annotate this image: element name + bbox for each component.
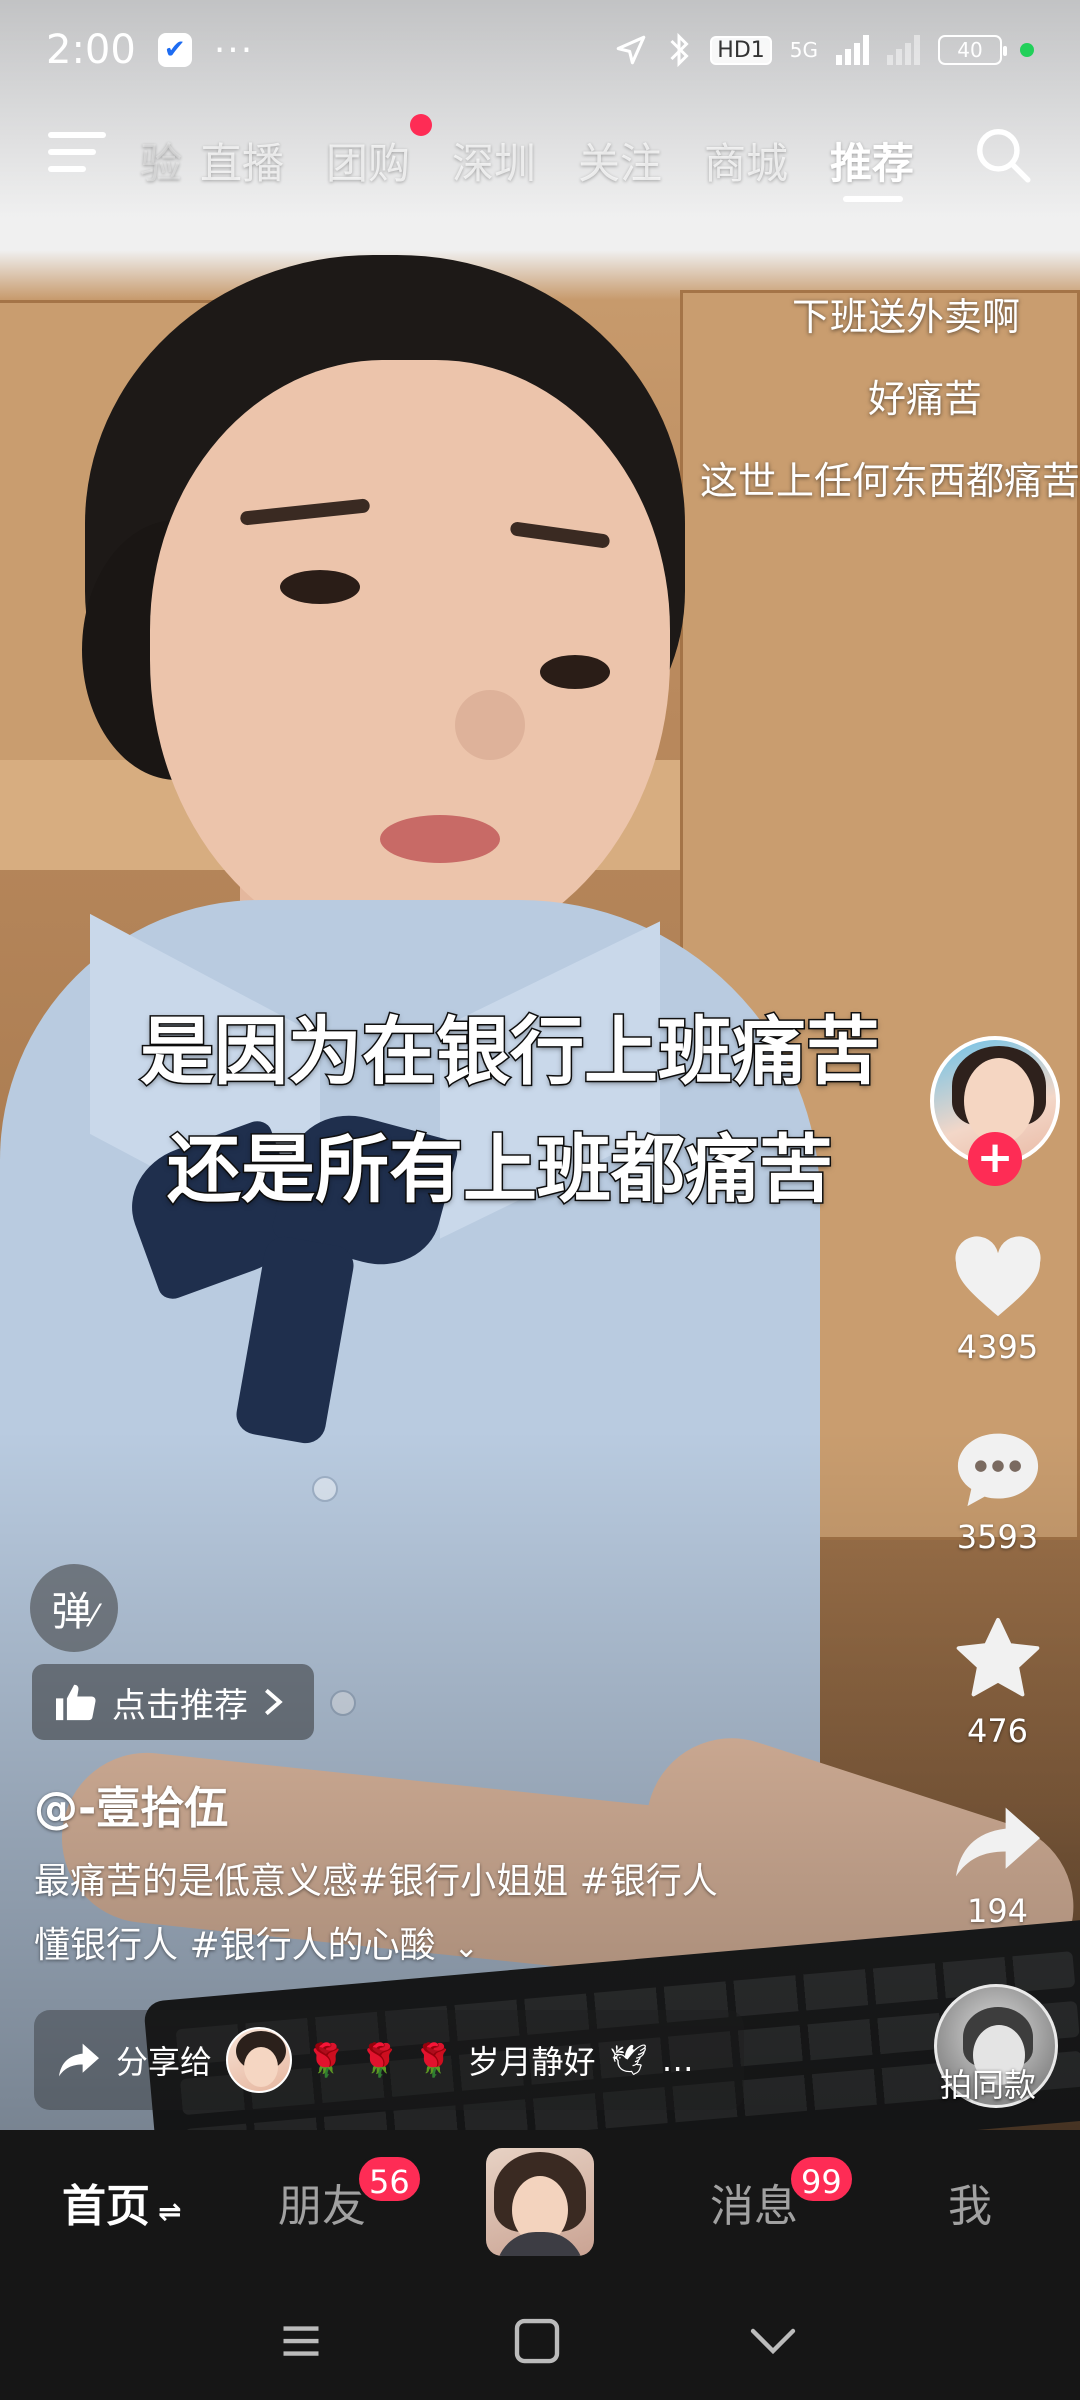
- rose-emoji: 🌹: [359, 2041, 400, 2079]
- share-arrow-icon: [59, 2043, 99, 2077]
- signal-icon: [836, 35, 869, 65]
- star-icon: [956, 1617, 1039, 1697]
- tab-home[interactable]: 首页 ⇌: [62, 2170, 181, 2234]
- search-icon[interactable]: [972, 124, 1034, 186]
- tab-recommended[interactable]: 推荐: [830, 130, 914, 191]
- comment-button[interactable]: 3593: [925, 1426, 1070, 1556]
- hd-badge: HD1: [710, 35, 772, 65]
- back-chevron-icon[interactable]: [748, 2316, 798, 2366]
- active-tab-indicator: [843, 196, 903, 202]
- friends-badge: 56: [356, 2154, 423, 2204]
- share-button[interactable]: 194: [925, 1800, 1070, 1930]
- video-caption-line-1: 是因为在银行上班痛苦: [139, 1008, 882, 1097]
- location-icon: [616, 35, 646, 65]
- switch-icon: ⇌: [158, 2195, 182, 2228]
- tab-mall[interactable]: 商城: [704, 130, 788, 191]
- status-time: 2:00: [46, 27, 136, 73]
- friend-name-ellipsis: …: [661, 2041, 694, 2079]
- video-caption-line-2: 还是所有上班都痛苦: [166, 1126, 835, 1215]
- like-button[interactable]: 4395: [925, 1236, 1070, 1366]
- nose: [455, 690, 525, 760]
- system-nav-bar: [0, 2280, 1080, 2400]
- share-to-label: 分享给: [116, 2043, 213, 2081]
- lips: [380, 815, 500, 863]
- share-count: 194: [966, 1892, 1029, 1930]
- home-square-icon[interactable]: [512, 2316, 562, 2366]
- status-bar: 2:00 ✔ ··· HD1 5G 40: [0, 0, 1080, 100]
- friend-name: 岁月静好: [467, 2043, 596, 2081]
- status-more-dots: ···: [213, 29, 255, 71]
- messages-badge: 99: [788, 2154, 855, 2204]
- expand-chevron-icon[interactable]: ⌄: [454, 1930, 479, 1965]
- follow-button[interactable]: +: [968, 1132, 1022, 1186]
- heart-icon: [954, 1236, 1041, 1317]
- privacy-indicator-dot: [1020, 43, 1034, 57]
- tab-live[interactable]: 直播: [200, 130, 284, 191]
- eye: [280, 570, 360, 604]
- comment-count: 3593: [956, 1518, 1039, 1556]
- like-count: 4395: [956, 1328, 1039, 1366]
- danmu-toggle-button[interactable]: 弹 ⁄: [30, 1564, 118, 1652]
- thumbs-up-icon: [56, 1684, 96, 1721]
- tab-group-buy[interactable]: 团购: [326, 130, 410, 191]
- lyric-line: 这世上任何东西都痛苦: [699, 459, 1080, 503]
- tab-friends[interactable]: 朋友: [278, 2170, 366, 2234]
- tab-following[interactable]: 关注: [578, 130, 662, 191]
- video-description-line-2[interactable]: 懂银行人 #银行人的心酸 ⌄: [34, 1916, 479, 1968]
- danmu-label: 弹: [51, 1589, 92, 1635]
- author-name[interactable]: @-壹拾伍: [34, 1772, 228, 1836]
- recent-apps-icon[interactable]: [276, 2316, 326, 2366]
- top-nav: 验 直播 团购 深圳 关注 商城 推荐: [0, 110, 1080, 210]
- recommend-label: 点击推荐: [112, 1685, 248, 1726]
- chevron-right-icon: [265, 1688, 283, 1716]
- share-to-friend-bar[interactable]: 分享给 🌹 🌹 🌹 岁月静好 🕊 …: [34, 2010, 744, 2110]
- dove-emoji: 🕊: [609, 2042, 648, 2078]
- eye: [540, 655, 610, 689]
- battery-level: 40: [957, 38, 983, 62]
- battery-icon: 40: [938, 35, 1007, 65]
- tab-local-city[interactable]: 深圳: [452, 130, 536, 191]
- rose-emoji: 🌹: [306, 2041, 346, 2079]
- tab-me[interactable]: 我: [948, 2170, 992, 2234]
- favorite-count: 476: [966, 1712, 1029, 1750]
- tab-partial-hidden[interactable]: 验: [140, 130, 182, 191]
- rose-emoji: 🌹: [413, 2041, 454, 2079]
- lyric-line: 下班送外卖啊: [791, 295, 1020, 339]
- same-style-label: 拍同款: [940, 2066, 1037, 2104]
- menu-icon[interactable]: [48, 132, 106, 182]
- lyric-line: 好痛苦: [867, 377, 982, 421]
- signal-icon-sim2: [887, 35, 920, 65]
- recommend-button[interactable]: 点击推荐: [32, 1664, 314, 1740]
- tab-messages[interactable]: 消息: [710, 2170, 798, 2234]
- network-type: 5G: [789, 38, 818, 62]
- center-create-thumbnail[interactable]: [486, 2148, 594, 2256]
- notification-app-icon: ✔: [157, 33, 192, 67]
- comment-icon: [957, 1433, 1038, 1507]
- bluetooth-icon: [670, 32, 689, 68]
- notification-dot: [410, 114, 432, 136]
- share-arrow-icon: [955, 1807, 1040, 1877]
- friend-avatar: [226, 2027, 293, 2093]
- video-description-line-1[interactable]: 最痛苦的是低意义感#银行小姐姐 #银行人: [34, 1852, 718, 1904]
- favorite-button[interactable]: 476: [925, 1616, 1070, 1750]
